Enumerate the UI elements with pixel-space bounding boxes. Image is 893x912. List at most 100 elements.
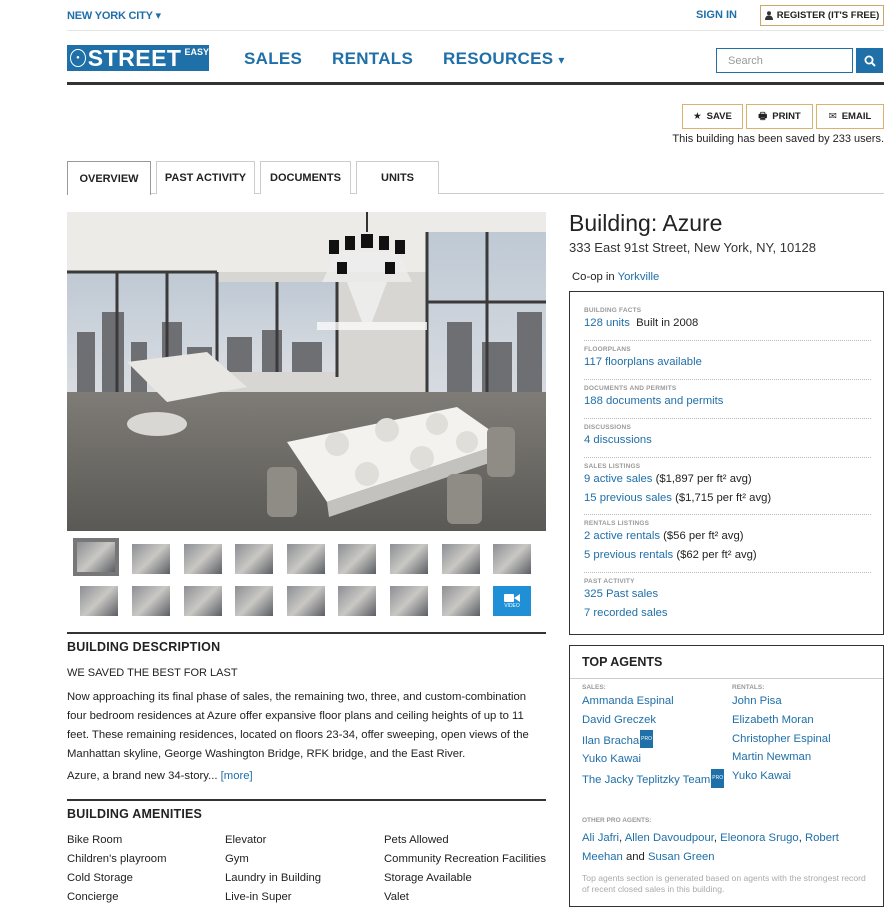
description-subtitle: WE SAVED THE BEST FOR LAST — [67, 667, 238, 679]
description-teaser: Azure, a brand new 34-story... [more] — [67, 770, 253, 782]
thumbnail[interactable] — [338, 544, 376, 574]
active-sales-link[interactable]: 9 active sales — [584, 473, 652, 485]
agent-link[interactable]: Martin Newman — [732, 751, 811, 763]
thumbnail[interactable] — [493, 544, 531, 574]
active-rentals-link[interactable]: 2 active rentals — [584, 530, 660, 542]
nav-rentals[interactable]: RENTALS — [332, 49, 413, 69]
discussions-link[interactable]: 4 discussions — [584, 434, 652, 446]
sign-in-link[interactable]: SIGN IN — [696, 9, 737, 21]
thumbnail[interactable] — [287, 586, 325, 616]
building-photo[interactable] — [67, 212, 546, 531]
thumbnail[interactable] — [442, 586, 480, 616]
thumbnail[interactable] — [184, 544, 222, 574]
documents-link[interactable]: 188 documents and permits — [584, 395, 723, 407]
star-icon: ★ — [693, 111, 702, 122]
building-facts-box: BUILDING FACTS 128 units Built in 2008 F… — [569, 291, 884, 635]
agents-footnote: Top agents section is generated based on… — [582, 873, 866, 894]
envelope-icon: ✉ — [828, 111, 837, 122]
tab-documents[interactable]: DOCUMENTS — [260, 161, 351, 194]
section-divider — [67, 799, 546, 801]
thumbnail[interactable] — [390, 586, 428, 616]
facts-rentals: RENTALS LISTINGS 2 active rentals ($56 p… — [584, 520, 757, 561]
agent-link[interactable]: Elizabeth Moran — [732, 714, 814, 726]
amenity-item: Concierge — [67, 891, 119, 903]
thumbnail[interactable] — [338, 586, 376, 616]
divider — [584, 418, 871, 419]
agent-link[interactable]: Ammanda Espinal — [582, 695, 674, 707]
amenity-item: Children's playroom — [67, 853, 167, 865]
divider — [570, 678, 883, 679]
agent-link[interactable]: John Pisa — [732, 695, 782, 707]
thumbnail[interactable] — [73, 538, 119, 576]
top-bar: NEW YORK CITY ▾ SIGN IN REGISTER (IT'S F… — [0, 0, 893, 30]
thumbnail[interactable] — [184, 586, 222, 616]
description-body: Now approaching its final phase of sales… — [67, 691, 529, 760]
amenities-title: BUILDING AMENITIES — [67, 807, 203, 821]
video-thumbnail[interactable]: VIDEO — [493, 586, 531, 616]
amenity-item: Live-in Super — [225, 891, 292, 903]
seal-icon: ● — [70, 49, 86, 67]
rentals-agents-list: John Pisa Elizabeth Moran Christopher Es… — [732, 692, 831, 786]
past-sales-link[interactable]: 325 Past sales — [584, 588, 658, 600]
nav-sales[interactable]: SALES — [244, 49, 302, 69]
city-selector[interactable]: NEW YORK CITY ▾ — [67, 9, 161, 22]
thumbnail[interactable] — [442, 544, 480, 574]
facts-discussions: DISCUSSIONS 4 discussions — [584, 424, 652, 446]
facts-sales: SALES LISTINGS 9 active sales ($1,897 pe… — [584, 463, 772, 504]
agent-link[interactable]: David Greczek — [582, 714, 656, 726]
chevron-down-icon: ▾ — [155, 10, 161, 22]
thumbnail[interactable] — [287, 544, 325, 574]
floorplans-link[interactable]: 117 floorplans available — [584, 356, 702, 368]
tab-past-activity[interactable]: PAST ACTIVITY — [156, 161, 255, 194]
agent-link[interactable]: Christopher Espinal — [732, 733, 831, 745]
thumbnail[interactable] — [80, 586, 118, 616]
more-link[interactable]: [more] — [221, 770, 253, 782]
thumbnail[interactable] — [132, 586, 170, 616]
agent-link[interactable]: Ali Jafri — [582, 832, 619, 844]
divider — [67, 30, 884, 31]
thumbnail[interactable] — [390, 544, 428, 574]
recorded-sales-link[interactable]: 7 recorded sales — [584, 607, 668, 619]
agent-link[interactable]: Eleonora Srugo — [720, 832, 799, 844]
facts-building: BUILDING FACTS 128 units Built in 2008 — [584, 307, 699, 329]
amenity-item: Cold Storage — [67, 872, 133, 884]
agent-link[interactable]: Allen Davoudpour — [625, 832, 714, 844]
amenity-item: Pets Allowed — [384, 834, 449, 846]
rentals-agents-label: RENTALS: — [732, 684, 765, 691]
chevron-down-icon: ▾ — [558, 53, 565, 67]
search-input[interactable]: Search — [716, 48, 853, 73]
search-icon — [864, 55, 876, 67]
thumbnail[interactable] — [235, 586, 273, 616]
search-button[interactable] — [856, 48, 883, 73]
neighborhood-link[interactable]: Yorkville — [618, 271, 660, 283]
agent-link[interactable]: Yuko Kawai — [582, 753, 641, 765]
register-button[interactable]: REGISTER (IT'S FREE) — [760, 5, 884, 26]
agent-link[interactable]: Yuko Kawai — [732, 770, 791, 782]
streeteasy-logo[interactable]: ● STREET EASY — [67, 45, 209, 71]
tab-overview[interactable]: OVERVIEW — [67, 161, 151, 195]
print-button[interactable]: 🖶 PRINT — [746, 104, 813, 129]
email-button[interactable]: ✉ EMAIL — [816, 104, 884, 129]
thumbnail[interactable] — [132, 544, 170, 574]
thumbnail[interactable] — [235, 544, 273, 574]
units-link[interactable]: 128 units — [584, 317, 630, 329]
agent-link[interactable]: The Jacky Teplitzky Team — [582, 774, 710, 786]
facts-documents: DOCUMENTS AND PERMITS 188 documents and … — [584, 385, 724, 407]
top-agents-title: TOP AGENTS — [582, 655, 663, 669]
tab-units[interactable]: UNITS — [356, 161, 439, 194]
previous-sales-link[interactable]: 15 previous sales — [584, 492, 672, 504]
previous-rentals-link[interactable]: 5 previous rentals — [584, 549, 673, 561]
amenities-column-1: Bike Room Children's playroom Cold Stora… — [67, 831, 166, 907]
top-agents-box: TOP AGENTS SALES: RENTALS: Ammanda Espin… — [569, 645, 884, 907]
printer-icon: 🖶 — [758, 110, 768, 122]
description-title: BUILDING DESCRIPTION — [67, 640, 221, 654]
pro-badge: PRO — [640, 729, 653, 749]
nav-resources[interactable]: RESOURCES ▾ — [443, 49, 565, 69]
agent-link[interactable]: Susan Green — [648, 851, 715, 863]
amenity-item: Elevator — [225, 834, 267, 846]
divider — [584, 340, 871, 341]
agent-link[interactable]: Ilan Bracha — [582, 735, 639, 747]
save-button[interactable]: ★ SAVE — [682, 104, 743, 129]
saved-count-note: This building has been saved by 233 user… — [672, 133, 884, 145]
header-divider — [67, 82, 884, 85]
